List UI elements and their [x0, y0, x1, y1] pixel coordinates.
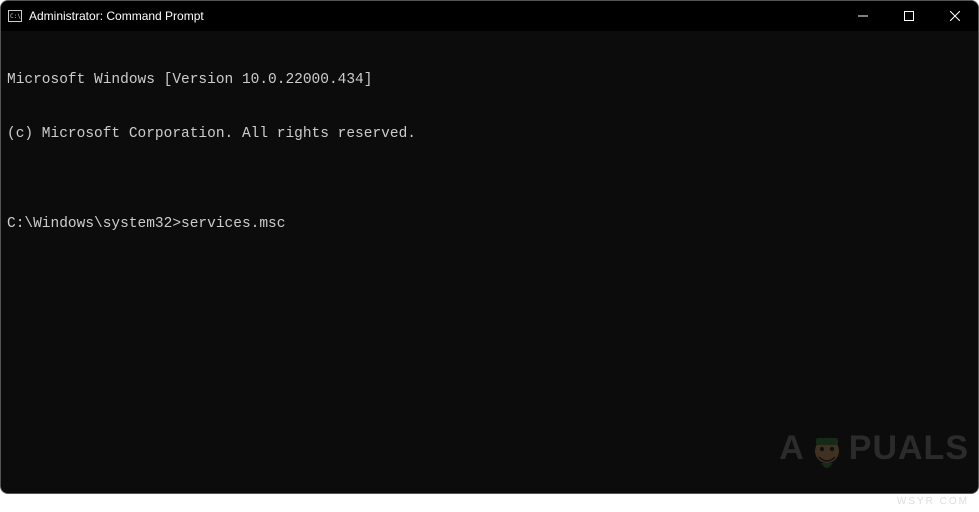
command-prompt-window: C:\ Administrator: Command Prompt Micros… [0, 0, 979, 494]
prompt-path: C:\Windows\system32> [7, 215, 181, 233]
maximize-button[interactable] [886, 1, 932, 31]
minimize-button[interactable] [840, 1, 886, 31]
titlebar[interactable]: C:\ Administrator: Command Prompt [1, 1, 978, 31]
output-line: Microsoft Windows [Version 10.0.22000.43… [7, 71, 972, 89]
terminal-output[interactable]: Microsoft Windows [Version 10.0.22000.43… [1, 31, 978, 493]
window-controls [840, 1, 978, 31]
sub-watermark: WSYR COM [897, 496, 969, 507]
prompt-line: C:\Windows\system32>services.msc [7, 215, 972, 233]
typed-command: services.msc [181, 215, 285, 233]
cmd-icon: C:\ [7, 8, 23, 24]
svg-text:C:\: C:\ [10, 13, 21, 20]
window-title: Administrator: Command Prompt [29, 9, 840, 23]
close-button[interactable] [932, 1, 978, 31]
output-line: (c) Microsoft Corporation. All rights re… [7, 125, 972, 143]
